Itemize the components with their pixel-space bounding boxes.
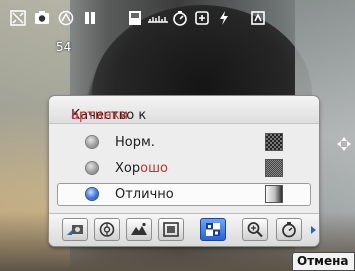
exposure-icon [10, 10, 26, 26]
toolbar-next-arrow-icon[interactable] [311, 226, 316, 234]
shots-remaining: 54 [56, 40, 72, 54]
macro-icon [250, 10, 266, 26]
panel-title-accent: артинки [71, 108, 129, 123]
timer-icon [282, 222, 296, 238]
audio-icon [147, 10, 169, 26]
quality-option-label: Норм. [115, 135, 155, 150]
focus-tool-button[interactable] [94, 218, 120, 241]
frame-tool-button[interactable] [158, 218, 184, 241]
zoom-tool-button[interactable] [242, 218, 268, 241]
scene-icon [67, 225, 83, 235]
timer-tool-button[interactable] [276, 218, 302, 241]
timer-icon [172, 10, 188, 26]
frame-icon [163, 222, 179, 237]
scene-tool-button[interactable] [62, 218, 88, 241]
quality-option-good[interactable]: Хорошо [57, 157, 311, 180]
storage-icon [127, 10, 143, 26]
quality-icon [206, 223, 220, 236]
cancel-softkey-button[interactable]: Отмена [292, 252, 355, 271]
focus-icon [99, 222, 115, 237]
quality-tool-button[interactable] [200, 218, 226, 241]
quality-preview-excellent-icon [266, 186, 282, 202]
quality-option-label: Хор [115, 161, 141, 176]
settings-toolbar [49, 213, 319, 246]
battery-icon [82, 10, 98, 26]
quality-preview-normal-icon [266, 134, 282, 150]
wb-auto-icon [58, 10, 74, 26]
navigation-arrows-icon[interactable] [337, 136, 351, 151]
landscape-tool-button[interactable] [126, 218, 152, 241]
status-bar [0, 6, 355, 30]
radio-excellent[interactable] [86, 188, 98, 200]
stabilizer-icon [194, 10, 210, 26]
zoom-icon [247, 222, 263, 238]
radio-good[interactable] [86, 162, 98, 174]
quality-option-normal[interactable]: Норм. [57, 131, 311, 154]
quality-preview-good-icon [266, 160, 282, 176]
landscape-icon [131, 222, 147, 235]
quality-option-label: Отлично [115, 187, 174, 202]
panel-title: Качество к артинки [49, 96, 319, 124]
flash-icon [216, 10, 232, 26]
radio-normal[interactable] [86, 136, 98, 148]
quality-option-label-accent: ошо [140, 161, 168, 176]
quality-option-excellent[interactable]: Отлично [57, 183, 311, 206]
camera-mode-icon [34, 10, 50, 26]
image-quality-panel: Качество к артинки Норм. Хорошо Отлично [49, 96, 319, 246]
